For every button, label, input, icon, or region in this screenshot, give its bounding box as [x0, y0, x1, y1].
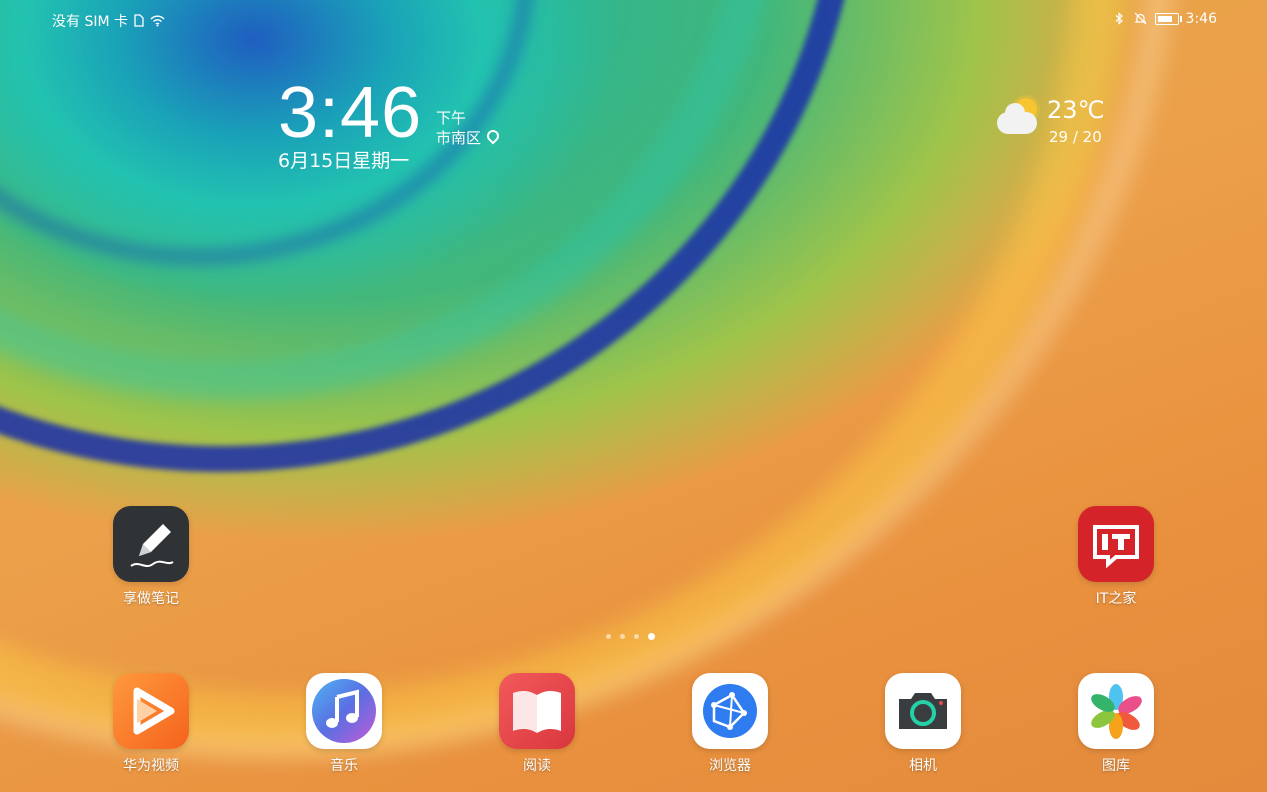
partly-cloudy-icon: [997, 98, 1041, 138]
app-label: 音乐: [330, 758, 358, 774]
dock-app-music[interactable]: 音乐: [284, 673, 404, 775]
gallery-pinwheel-icon: [1078, 673, 1154, 749]
clock-side-info: 下午 市南区: [436, 108, 502, 148]
wifi-icon: [150, 14, 165, 28]
status-left: 没有 SIM 卡: [52, 11, 165, 31]
page-dot-active[interactable]: [648, 633, 655, 640]
app-label: IT之家: [1095, 591, 1137, 607]
pen-icon: [113, 506, 189, 582]
app-label: 享做笔记: [123, 591, 179, 607]
clock-date: 6月15日星期一: [278, 150, 410, 172]
carrier-text: 没有 SIM 卡: [52, 14, 128, 30]
app-label: 浏览器: [709, 758, 751, 774]
page-dot[interactable]: [620, 634, 625, 639]
clock-time: 3:46: [278, 73, 423, 153]
bluetooth-icon: [1113, 12, 1127, 26]
page-dot[interactable]: [606, 634, 611, 639]
location-pin-icon: [484, 127, 502, 145]
clock-location-row: 市南区: [436, 127, 502, 148]
dock-app-reading[interactable]: 阅读: [477, 673, 597, 775]
app-label: 相机: [909, 758, 937, 774]
mute-bell-icon: [1134, 12, 1148, 26]
weather-range: 29 / 20: [1049, 128, 1102, 146]
book-icon: [499, 673, 575, 749]
sim-icon: [132, 14, 146, 28]
status-bar[interactable]: 没有 SIM 卡 3:46: [0, 0, 1267, 38]
status-right: 3:46: [1113, 11, 1217, 27]
dock-app-browser[interactable]: 浏览器: [670, 673, 790, 775]
dock-app-video[interactable]: 华为视频: [91, 673, 211, 775]
clock-location: 市南区: [436, 129, 482, 147]
dock-app-gallery[interactable]: 图库: [1056, 673, 1176, 775]
battery-icon: [1154, 13, 1182, 25]
dock-app-camera[interactable]: 相机: [863, 673, 983, 775]
clock-period: 下午: [436, 109, 467, 127]
app-label: 华为视频: [123, 758, 179, 774]
video-play-icon: [113, 673, 189, 749]
camera-icon: [885, 673, 961, 749]
app-ithome[interactable]: IT之家: [1056, 506, 1176, 608]
browser-globe-icon: [692, 673, 768, 749]
clock-widget[interactable]: 3:46 下午 市南区 6月15日星期一: [278, 73, 502, 173]
page-dot[interactable]: [634, 634, 639, 639]
app-notes[interactable]: 享做笔记: [91, 506, 211, 608]
app-label: 阅读: [523, 758, 551, 774]
app-label: 图库: [1102, 758, 1130, 774]
weather-temperature: 23℃: [1047, 96, 1105, 124]
ithome-icon: [1078, 506, 1154, 582]
status-time: 3:46: [1185, 11, 1217, 27]
page-indicator[interactable]: [606, 633, 655, 640]
music-note-icon: [306, 673, 382, 749]
